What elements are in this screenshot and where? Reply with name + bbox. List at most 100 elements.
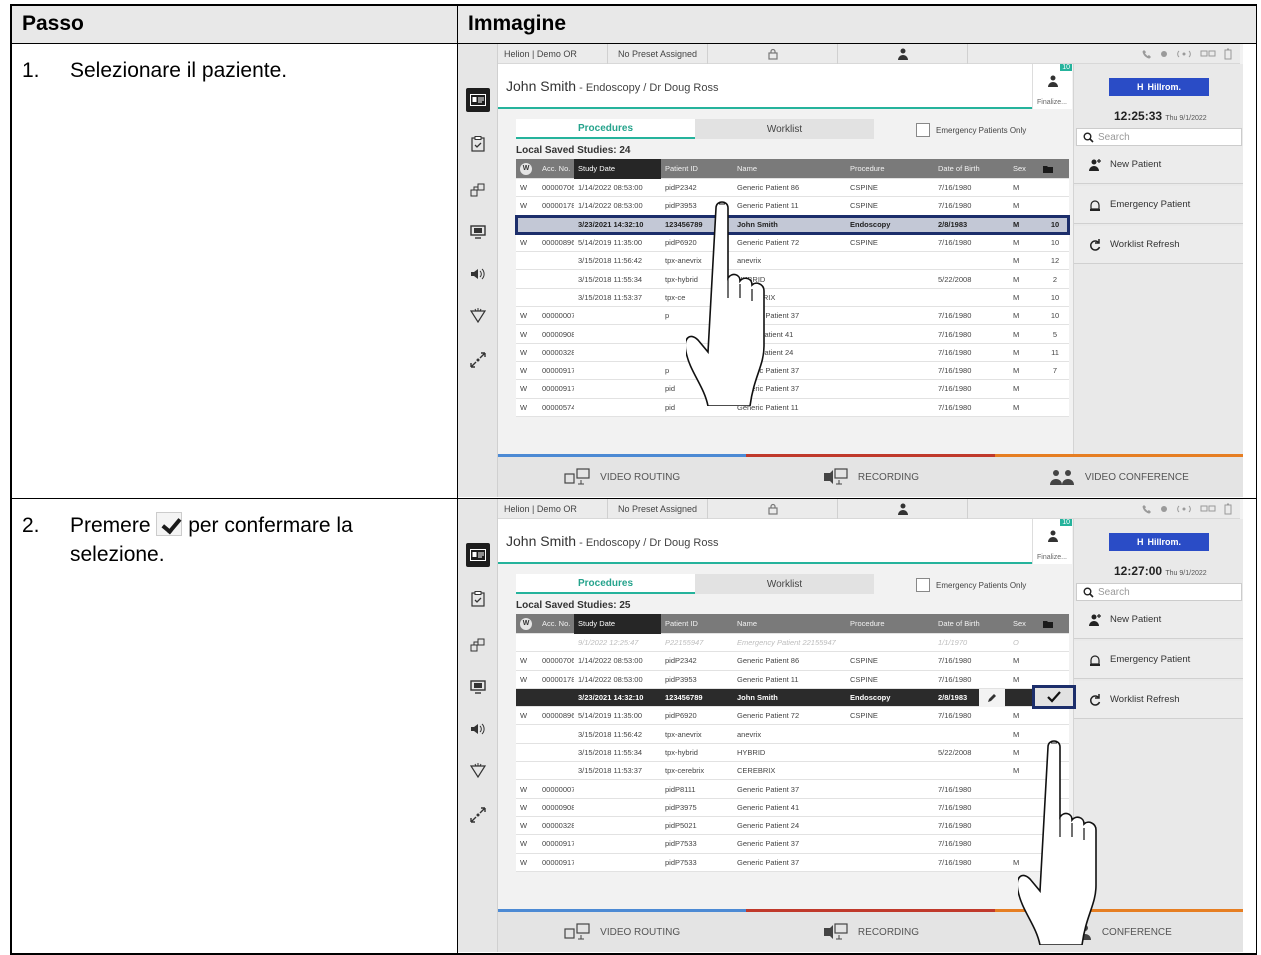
patient-name-text: John Smith [506,533,577,549]
table-row[interactable]: 9/1/2022 12:25:47 P22155947 Emergency Pati… [516,634,1069,653]
column-header[interactable]: Date of Birth [934,164,1009,173]
monitor-icon[interactable] [466,675,490,699]
table-row[interactable]: W 00000706 1/14/2022 08:53:00 pidP2342 Gener… [516,179,1069,198]
saved-studies-count: Local Saved Studies: 25 [516,600,631,611]
recording-button[interactable]: RECORDING [746,454,995,497]
finalize-button[interactable]: Finalize... 10 [1032,64,1072,109]
video-routing-button[interactable]: VIDEO ROUTING [498,454,747,497]
table-cell: CSPINE [850,201,878,211]
table-row[interactable]: W 00000007 p Generic Patient 37 7/16/1980 M 10 [516,307,1069,326]
table-row[interactable]: 3/15/2018 11:55:34 tpx-hybrid HYBRID 5/22/2… [516,743,1069,763]
person-icon[interactable] [838,499,968,519]
monitor-icon[interactable] [466,220,490,244]
new-patient-button[interactable]: New Patient [1074,601,1243,639]
surgical-light-icon[interactable] [466,759,490,783]
column-header[interactable]: Sex [1009,619,1039,628]
clock-time: 12:27:00 [1114,564,1163,578]
table-row[interactable]: W 00000178 1/14/2022 08:53:00 pidP3953 Gener… [516,670,1069,689]
search-input[interactable]: Search [1076,128,1242,146]
table-row[interactable]: 3/15/2018 11:56:42 tpx-anevrix anevrix M 12 [516,252,1069,271]
column-header[interactable]: Acc. No. [538,164,574,173]
table-row[interactable]: 3/15/2018 11:55:34 tpx-hybrid HYBRID 5/22/2… [516,270,1069,289]
button-label: Emergency Patient [1110,199,1191,210]
emergency-only-checkbox[interactable] [916,578,930,592]
column-header[interactable]: Study Date [574,158,661,179]
edit-button[interactable] [979,688,1005,707]
column-header[interactable]: Study Date [574,613,661,634]
table-row[interactable]: W 00000007 pidP8111 Generic Patient 37 7/16/… [516,780,1069,799]
table-row[interactable]: W 00000908 eneric Patient 41 7/16/1980 M 5 [516,325,1069,344]
column-header[interactable]: Name [733,619,846,628]
routing-icon[interactable] [466,178,490,202]
expand-icon[interactable] [466,803,490,827]
person-icon[interactable] [838,44,968,64]
surgical-light-icon[interactable] [466,304,490,328]
step-text: Premere [70,514,157,537]
table-row[interactable]: W 00000896 5/14/2019 11:35:00 pidP6920 Gener… [516,707,1069,726]
column-header[interactable]: Patient ID [661,619,733,628]
column-header[interactable]: W [516,162,538,175]
table-cell: Generic Patient 37 [737,384,800,394]
table-row[interactable]: 3/15/2018 11:53:37 tpx-cerebrix CEREBRIX M [516,762,1069,781]
column-header[interactable]: Sex [1009,164,1039,173]
table-row[interactable]: W 00000917 p Generic Patient 37 7/16/1980 M 7 [516,361,1069,381]
checklist-icon[interactable] [466,132,490,156]
new-patient-button[interactable]: New Patient [1074,146,1243,184]
tab-worklist[interactable]: Worklist [695,574,874,594]
table-row[interactable]: W 00000328 pidP5021 Generic Patient 24 7/16/… [516,816,1069,836]
video-conference-button[interactable]: VIDEO CONFERENCE [994,454,1243,497]
table-row[interactable]: 3/15/2018 11:53:37 tpx-ce CEREBRIX M 10 [516,288,1069,308]
table-row[interactable]: W 00000896 5/14/2019 11:35:00 pidP6920 Gener… [516,233,1069,253]
patient-card-icon[interactable] [466,543,490,567]
column-header[interactable]: W [516,617,538,630]
folder-icon[interactable] [1039,620,1067,628]
speaker-icon[interactable] [466,262,490,286]
worklist-refresh-button[interactable]: Worklist Refresh [1074,681,1243,719]
table-row[interactable]: W 00000178 1/14/2022 08:53:00 pidP3953 Gener… [516,197,1069,216]
table-row[interactable]: 3/15/2018 11:56:42 tpx-anevrix anevrix M [516,725,1069,744]
table-row[interactable]: W 00000917 pidP7533 Generic Patient 37 7/16/… [516,835,1069,854]
lock-icon[interactable] [708,499,838,519]
column-header[interactable]: Procedure [846,164,934,173]
emergency-only-checkbox[interactable] [916,123,930,137]
table-row[interactable]: W 00000706 1/14/2022 08:53:00 pidP2342 Gener… [516,652,1069,671]
table-row[interactable]: W 00000574 pid Generic Patient 11 7/16/1980 M [516,398,1069,417]
patient-card-icon[interactable] [466,88,490,112]
table-header: W Acc. No. Study Date Patient ID Name Procedu… [516,158,1069,179]
table-cell: 7/16/1980 [938,821,972,831]
table-row[interactable]: W 00000328 eneric Patient 24 7/16/1980 M 11 [516,343,1069,362]
worklist-refresh-button[interactable]: Worklist Refresh [1074,226,1243,264]
column-header[interactable]: Acc. No. [538,619,574,628]
emergency-patient-button[interactable]: Emergency Patient [1074,641,1243,679]
room-label: Helion | Demo OR [498,499,608,519]
folder-icon[interactable] [1039,165,1067,173]
table-row[interactable]: W 00000908 pidP3975 Generic Patient 41 7/16/… [516,798,1069,817]
emergency-patient-button[interactable]: Emergency Patient [1074,186,1243,224]
emergency-only-filter[interactable]: Emergency Patients Only [916,123,1026,137]
column-header[interactable]: Name [733,164,846,173]
table-cell: 00000328 [542,821,574,831]
tab-worklist[interactable]: Worklist [695,119,874,139]
emergency-only-filter[interactable]: Emergency Patients Only [916,578,1026,592]
lock-icon[interactable] [708,44,838,64]
column-header[interactable]: Patient ID [661,164,733,173]
expand-icon[interactable] [466,348,490,372]
routing-icon[interactable] [466,633,490,657]
video-conference-button[interactable]: CONFERENCE [994,909,1243,952]
confirm-button[interactable] [1032,684,1076,709]
recording-button[interactable]: RECORDING [746,909,995,952]
checklist-icon[interactable] [466,587,490,611]
search-input[interactable]: Search [1076,583,1242,601]
video-routing-button[interactable]: VIDEO ROUTING [498,909,747,952]
table-row[interactable]: 3/23/2021 14:32:10 123456789 John Smith End… [515,214,1070,235]
column-header[interactable]: Procedure [846,619,934,628]
table-cell: Generic Patient 72 [737,238,800,248]
finalize-button[interactable]: Finalize... 10 [1032,519,1072,564]
speaker-icon[interactable] [466,717,490,741]
table-cell: Endoscopy [850,219,891,229]
table-row[interactable]: W 00000917 pidP7533 Generic Patient 37 7/16/… [516,853,1069,872]
table-row[interactable]: W 00000917 pid Generic Patient 37 7/16/1980 M [516,380,1069,399]
tab-procedures[interactable]: Procedures [516,119,695,139]
column-header[interactable]: Date of Birth [934,619,1009,628]
tab-procedures[interactable]: Procedures [516,574,695,594]
